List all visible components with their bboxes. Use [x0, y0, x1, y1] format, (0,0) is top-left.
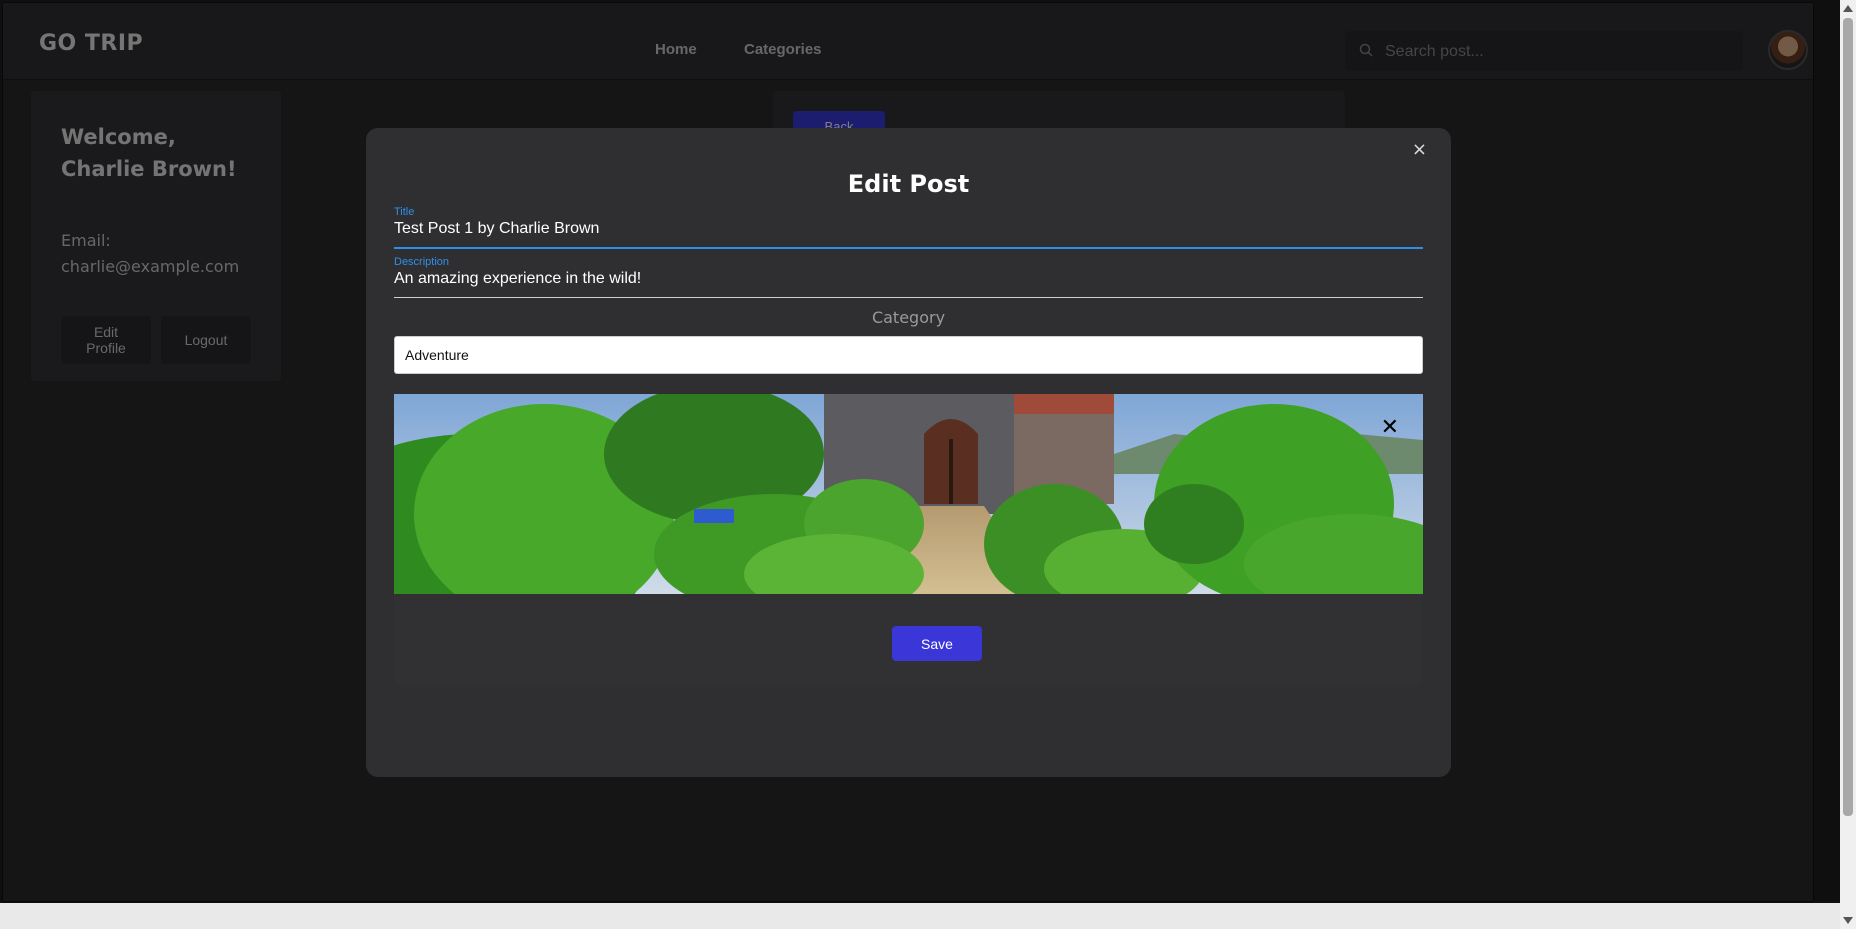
- save-button[interactable]: Save: [892, 626, 982, 661]
- modal-title: Edit Post: [847, 170, 970, 198]
- bottom-strip: [0, 903, 1840, 929]
- scrollbar[interactable]: [1840, 0, 1856, 929]
- description-input[interactable]: [394, 266, 1423, 292]
- modal-close-button[interactable]: ×: [1406, 138, 1433, 161]
- edit-post-modal: × Edit Post Title Description Category A…: [366, 128, 1451, 777]
- category-select[interactable]: Adventure: [394, 336, 1423, 374]
- garden-image: [394, 394, 1423, 594]
- category-label: Category: [871, 308, 946, 327]
- scroll-down-arrow-icon[interactable]: [1843, 917, 1853, 924]
- scroll-thumb[interactable]: [1843, 18, 1853, 816]
- remove-image-button[interactable]: ✕: [1375, 414, 1405, 441]
- post-image-preview: [394, 394, 1423, 594]
- image-preview-panel: ✕ Save: [394, 394, 1423, 684]
- scroll-up-arrow-icon[interactable]: [1843, 5, 1853, 12]
- description-underline: [394, 297, 1423, 298]
- title-input[interactable]: [394, 216, 1423, 242]
- title-underline: [394, 247, 1423, 249]
